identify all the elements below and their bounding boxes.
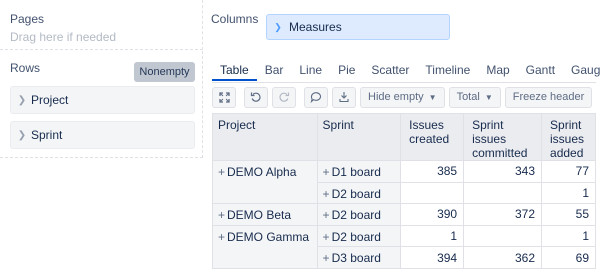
row-dimension-project[interactable]: ❯ Project <box>10 86 195 114</box>
tab-pie[interactable]: Pie <box>330 61 363 81</box>
project-cell[interactable]: + DEMO Alpha <box>212 159 318 205</box>
expand-icon[interactable]: + <box>323 165 330 179</box>
report-table: Project Sprint Issues created Sprint iss… <box>212 113 596 269</box>
value-cell: 1 <box>541 224 596 248</box>
rows-dropzone[interactable]: Rows Nonempty ❯ Project ❯ Sprint <box>0 51 203 158</box>
sprint-cell[interactable]: + D2 board <box>316 203 402 226</box>
pages-title: Pages <box>10 12 45 26</box>
tab-table[interactable]: Table <box>212 61 257 81</box>
sprint-cell[interactable]: + D2 board <box>316 181 402 205</box>
chevron-right-icon[interactable]: ❯ <box>271 22 285 33</box>
tab-timeline[interactable]: Timeline <box>417 61 478 81</box>
row-dimension-sprint[interactable]: ❯ Sprint <box>10 121 195 149</box>
pages-dropzone[interactable]: Pages Drag here if needed <box>0 0 203 50</box>
header-project[interactable]: Project <box>212 113 318 161</box>
project-cell[interactable]: + DEMO Beta <box>212 203 318 226</box>
header-sprint-issues-committed[interactable]: Sprint issues committed <box>463 113 543 161</box>
tab-bar[interactable]: Bar <box>257 61 292 81</box>
total-label: Total <box>456 91 480 103</box>
table-row: + DEMO Gamma + D2 board 1 1 <box>212 224 596 269</box>
tab-line[interactable]: Line <box>291 61 330 81</box>
expand-icon[interactable]: + <box>323 208 330 222</box>
visualization-tabs: Table Bar Line Pie Scatter Timeline Map … <box>212 61 600 81</box>
sprint-name: D1 board <box>331 165 381 179</box>
undo-icon[interactable] <box>244 86 268 108</box>
value-cell: 372 <box>463 203 543 226</box>
tabs-divider <box>212 82 596 83</box>
total-dropdown[interactable]: Total ▼ <box>448 86 501 108</box>
pages-drag-hint: Drag here if needed <box>10 30 117 44</box>
header-sprint-issues-added[interactable]: Sprint issues added <box>541 113 596 161</box>
value-cell <box>463 181 543 205</box>
column-dimension-label: Measures <box>289 20 342 34</box>
value-cell: 55 <box>541 203 596 226</box>
table-header-row: Project Sprint Issues created Sprint iss… <box>212 113 596 161</box>
value-cell: 343 <box>463 160 543 183</box>
sprint-name: D2 board <box>331 229 381 244</box>
expand-icon[interactable]: + <box>218 230 225 244</box>
freeze-header-button[interactable]: Freeze header <box>504 86 593 108</box>
project-name: DEMO Gamma <box>227 229 310 244</box>
comment-icon[interactable] <box>304 86 328 108</box>
hide-empty-label: Hide empty <box>368 91 424 103</box>
sprint-name: D3 board <box>331 251 381 266</box>
chevron-right-icon[interactable]: ❯ <box>13 95 31 106</box>
chevron-right-icon[interactable]: ❯ <box>13 130 31 141</box>
rows-title: Rows <box>10 61 41 75</box>
nonempty-button[interactable]: Nonempty <box>134 62 195 82</box>
value-cell: 385 <box>400 160 465 183</box>
value-cell: 77 <box>541 160 596 183</box>
chevron-down-icon: ▼ <box>484 92 493 102</box>
sprint-name: D2 board <box>331 186 381 201</box>
fullscreen-icon[interactable] <box>212 86 236 108</box>
redo-icon[interactable] <box>272 86 296 108</box>
tab-map[interactable]: Map <box>478 61 517 81</box>
expand-icon[interactable]: + <box>323 230 330 244</box>
tab-scatter[interactable]: Scatter <box>363 61 417 81</box>
project-name: DEMO Alpha <box>227 165 297 179</box>
header-sprint[interactable]: Sprint <box>316 113 402 161</box>
expand-icon[interactable]: + <box>218 165 225 179</box>
sprint-cell[interactable]: + D3 board <box>316 246 402 269</box>
value-cell: 1 <box>541 181 596 205</box>
project-name: DEMO Beta <box>227 208 292 223</box>
expand-icon[interactable]: + <box>323 251 330 265</box>
table-row: + DEMO Alpha + D1 board 385 343 77 <box>212 159 596 205</box>
sprint-name: D2 board <box>331 208 381 223</box>
tab-gauge[interactable]: Gauge <box>563 61 600 81</box>
expand-icon[interactable]: + <box>323 187 330 201</box>
left-panel: Pages Drag here if needed Rows Nonempty … <box>0 0 203 275</box>
header-issues-created[interactable]: Issues created <box>400 113 465 161</box>
value-cell <box>400 181 465 205</box>
export-icon[interactable] <box>332 86 356 108</box>
value-cell: 394 <box>400 246 465 269</box>
column-dimension-measures[interactable]: ❯ Measures <box>266 14 450 40</box>
sprint-cell[interactable]: + D1 board <box>316 160 402 183</box>
sprint-cell[interactable]: + D2 board <box>316 224 402 248</box>
value-cell: 390 <box>400 203 465 226</box>
row-dimension-label: Project <box>31 93 69 107</box>
row-dimension-label: Sprint <box>31 128 63 142</box>
value-cell: 362 <box>463 246 543 269</box>
value-cell <box>463 224 543 248</box>
table-toolbar: Hide empty ▼ Total ▼ Freeze header <box>212 86 596 108</box>
tab-gantt[interactable]: Gantt <box>518 61 563 81</box>
columns-title: Columns <box>211 12 259 26</box>
value-cell: 1 <box>400 224 465 248</box>
expand-icon[interactable]: + <box>218 208 225 222</box>
value-cell: 69 <box>541 246 596 269</box>
table-row: + DEMO Beta + D2 board 390 372 55 <box>212 203 596 226</box>
chevron-down-icon: ▼ <box>428 92 437 102</box>
project-cell[interactable]: + DEMO Gamma <box>212 224 318 269</box>
hide-empty-dropdown[interactable]: Hide empty ▼ <box>360 86 445 108</box>
